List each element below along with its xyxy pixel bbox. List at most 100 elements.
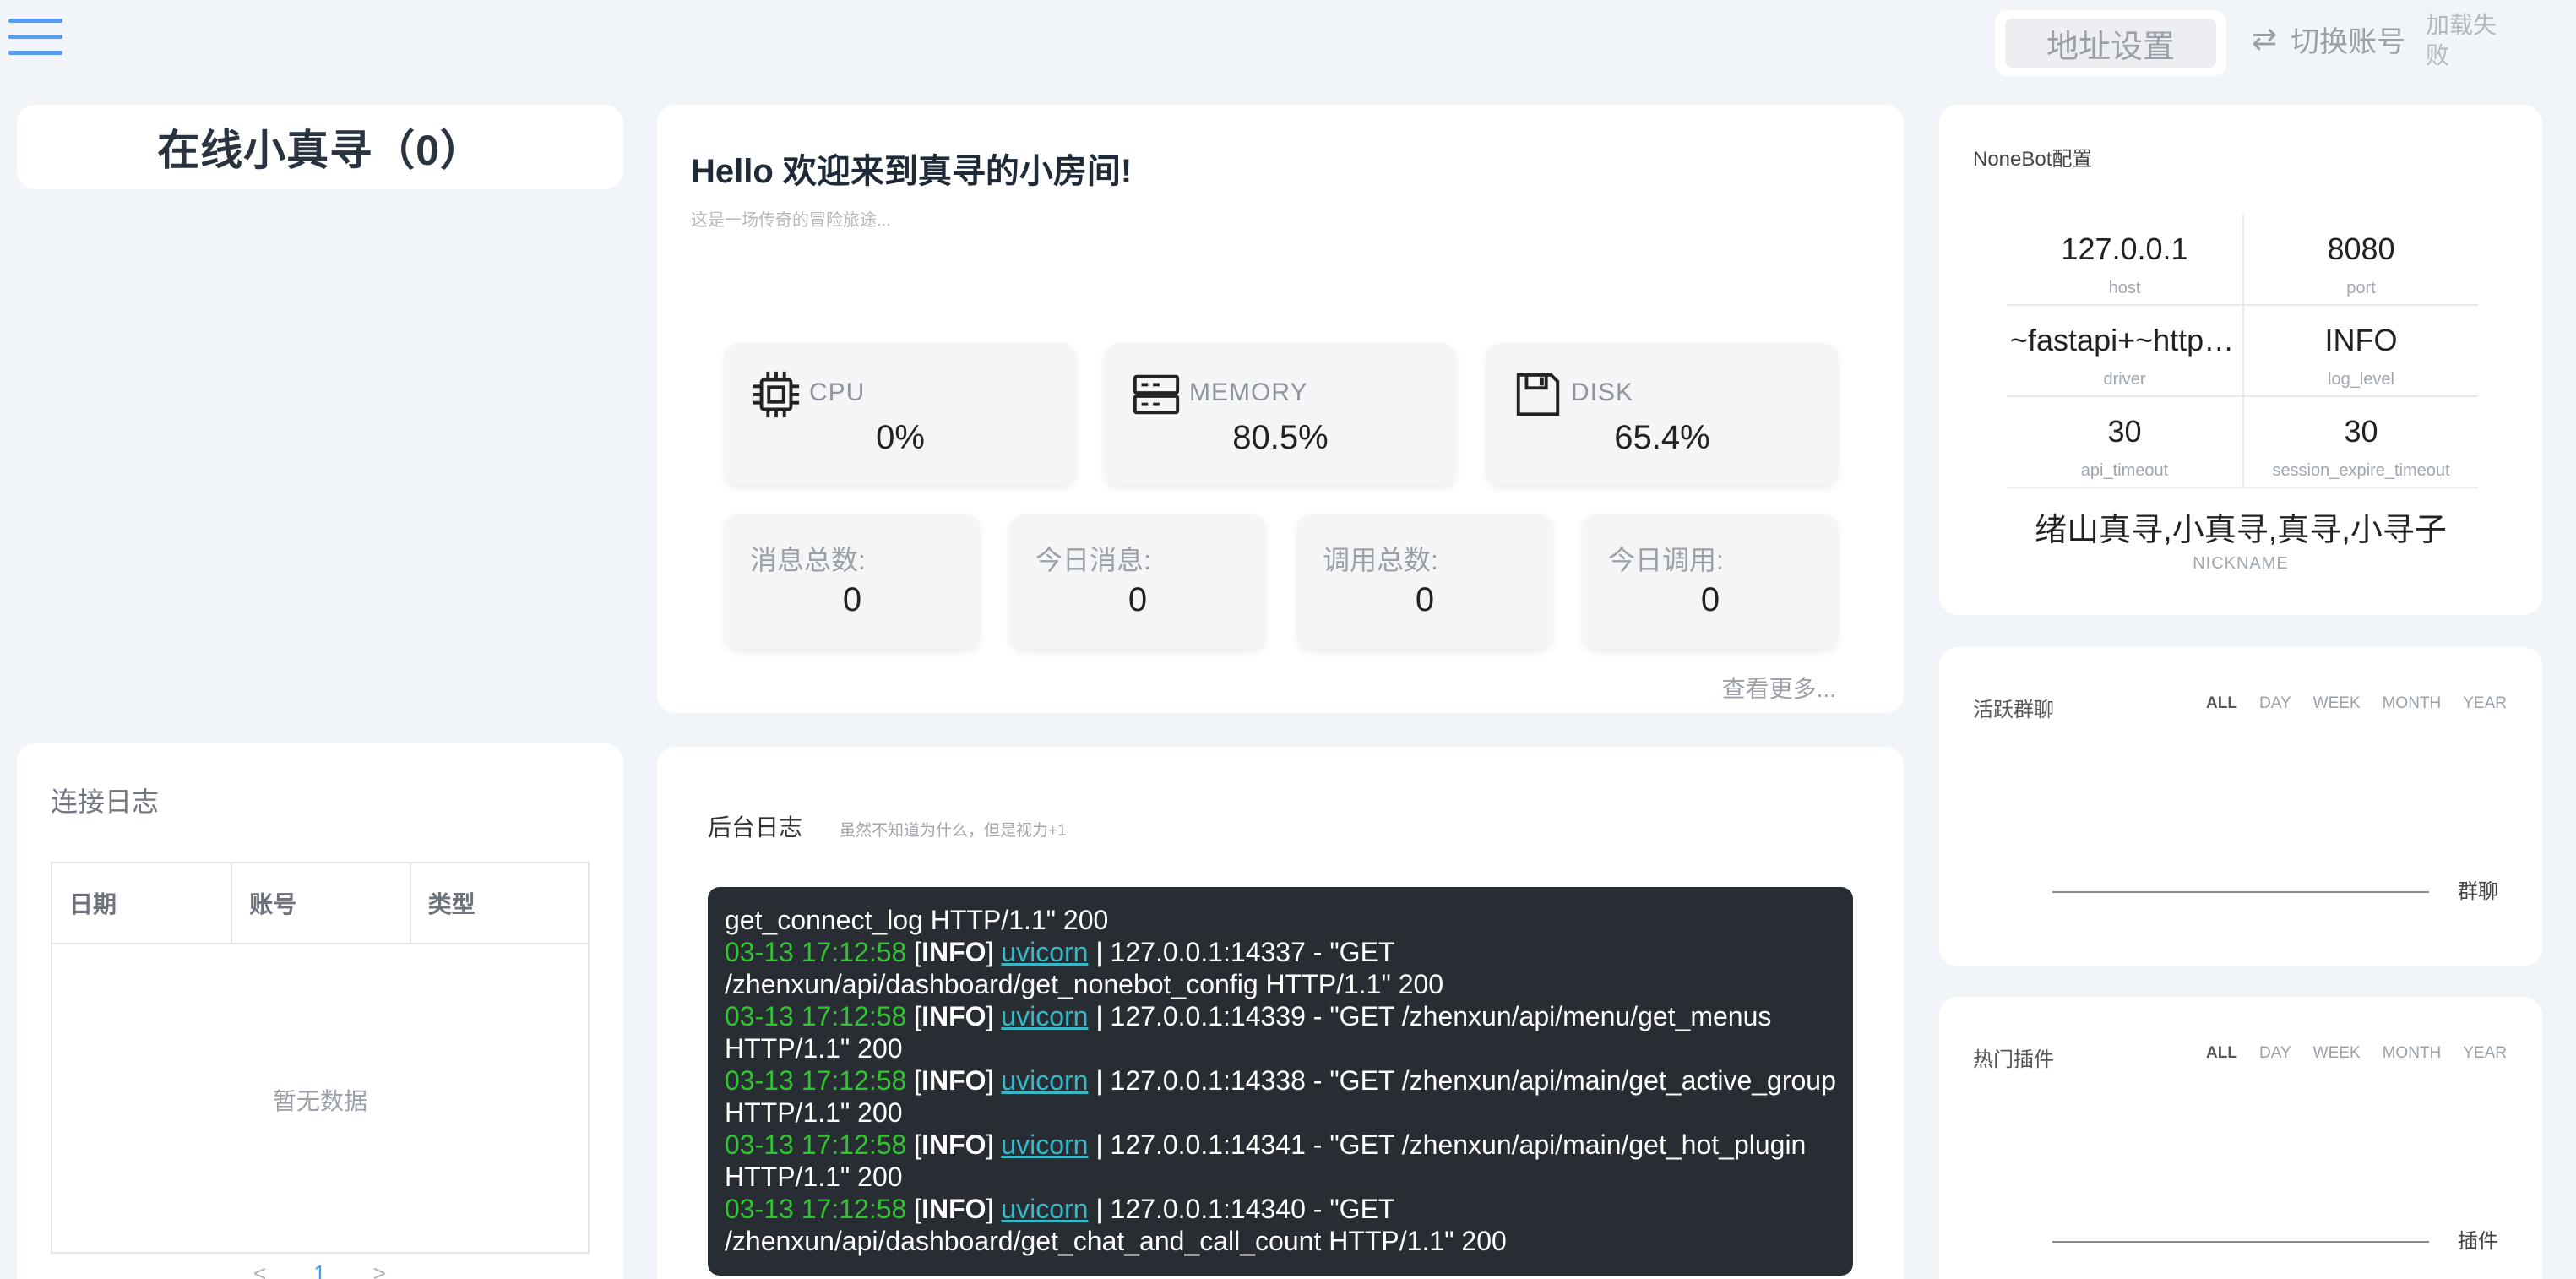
active-group-chart: 群聊 [2052, 880, 2498, 903]
today-calls-stat: 今日调用: 0 [1583, 514, 1838, 649]
pagination: < 1 > [253, 1260, 386, 1279]
log-module-link[interactable]: uvicorn [1001, 1001, 1088, 1031]
config-key: session_expire_timeout [2272, 461, 2450, 480]
config-row: 127.0.0.1 host 8080 port [2007, 215, 2478, 306]
today-messages-value: 0 [1128, 581, 1148, 618]
backend-log-subtitle: 虽然不知道为什么，但是视力+1 [840, 822, 1067, 840]
address-settings-label: 地址设置 [2005, 19, 2216, 68]
today-messages-label: 今日消息: [1035, 545, 1151, 575]
memory-icon [1133, 374, 1180, 415]
cpu-stat: CPU 0% [725, 343, 1076, 485]
config-port: 8080 port [2242, 215, 2478, 304]
config-row: ~fastapi+~httpx+~websockets driver INFO … [2007, 306, 2478, 397]
table-header: 日期 账号 类型 [52, 863, 588, 944]
today-calls-label: 今日调用: [1608, 545, 1724, 575]
welcome-card: Hello 欢迎来到真寻的小房间! 这是一场传奇的冒险旅途... CPU 0% … [657, 105, 1904, 713]
config-key: port [2346, 279, 2376, 297]
log-level: INFO [921, 1129, 986, 1160]
config-driver: ~fastapi+~httpx+~websockets driver [2007, 306, 2242, 395]
log-console[interactable]: get_connect_log HTTP/1.1" 200 03-13 17:1… [708, 887, 1853, 1276]
backend-log-card: 后台日志 虽然不知道为什么，但是视力+1 get_connect_log HTT… [657, 747, 1904, 1279]
total-messages-stat: 消息总数: 0 [725, 514, 980, 649]
top-bar: 地址设置 ⇄ 切换账号 加载失败 [0, 0, 2576, 93]
config-row: 30 api_timeout 30 session_expire_timeout [2007, 397, 2478, 488]
today-messages-stat: 今日消息: 0 [1010, 514, 1265, 649]
prev-page-button[interactable]: < [253, 1260, 266, 1279]
config-key: log_level [2328, 370, 2394, 389]
log-module-link[interactable]: uvicorn [1001, 937, 1088, 967]
hot-plugin-axis-label: 插件 [2458, 1230, 2498, 1253]
log-timestamp: 03-13 17:12:58 [725, 1001, 907, 1031]
log-line: get_connect_log HTTP/1.1" 200 [725, 905, 1109, 935]
column-date: 日期 [69, 891, 117, 917]
total-calls-label: 调用总数: [1323, 545, 1438, 575]
total-messages-label: 消息总数: [750, 545, 866, 575]
cpu-value: 0% [876, 419, 925, 456]
page-number[interactable]: 1 [313, 1260, 325, 1279]
config-value: 127.0.0.1 [2061, 231, 2188, 266]
config-host: 127.0.0.1 host [2007, 215, 2242, 304]
address-settings-button[interactable]: 地址设置 [1995, 10, 2226, 76]
log-line: 03-13 17:12:58 [INFO] uvicorn | 127.0.0.… [725, 1129, 1807, 1192]
online-bots-card: 在线小真寻（0） [17, 105, 623, 189]
disk-icon [1516, 373, 1560, 416]
log-level: INFO [921, 1194, 986, 1224]
config-value: ~fastapi+~httpx+~websockets [2010, 323, 2242, 357]
log-line: 03-13 17:12:58 [INFO] uvicorn | 127.0.0.… [725, 1194, 1507, 1256]
config-value: INFO [2324, 323, 2398, 357]
log-timestamp: 03-13 17:12:58 [725, 1194, 907, 1224]
switch-account-label: 切换账号 [2291, 25, 2406, 58]
hot-plugin-chart: 插件 [2052, 1230, 2498, 1253]
log-module-link[interactable]: uvicorn [1001, 1194, 1088, 1224]
log-line: 03-13 17:12:58 [INFO] uvicorn | 127.0.0.… [725, 937, 1444, 999]
next-page-button[interactable]: > [373, 1260, 386, 1279]
nonebot-config-card: NoneBot配置 127.0.0.1 host 8080 port ~fast… [1939, 105, 2542, 615]
config-nickname-key: NICKNAME [2193, 554, 2289, 573]
config-value: 8080 [2327, 231, 2395, 266]
memory-value: 80.5% [1232, 419, 1329, 456]
log-module-link[interactable]: uvicorn [1001, 1129, 1088, 1160]
online-bots-title: 在线小真寻（0） [157, 127, 483, 174]
welcome-title: Hello 欢迎来到真寻的小房间! [691, 153, 1133, 190]
connect-log-table: 日期 账号 类型 暂无数据 [51, 862, 590, 1254]
log-level: INFO [921, 1001, 986, 1031]
see-more-link[interactable]: 查看更多... [1722, 671, 1836, 705]
total-calls-stat: 调用总数: 0 [1297, 514, 1552, 649]
log-timestamp: 03-13 17:12:58 [725, 1129, 907, 1160]
config-key: driver [2103, 370, 2146, 389]
log-timestamp: 03-13 17:12:58 [725, 937, 907, 967]
memory-label: MEMORY [1189, 378, 1308, 406]
log-line: 03-13 17:12:58 [INFO] uvicorn | 127.0.0.… [725, 1065, 1836, 1128]
column-type: 类型 [409, 863, 588, 943]
welcome-subtitle: 这是一场传奇的冒险旅途... [691, 211, 891, 230]
menu-toggle-icon[interactable] [8, 19, 62, 57]
cpu-label: CPU [809, 378, 866, 406]
config-session-expire-timeout: 30 session_expire_timeout [2242, 397, 2478, 487]
disk-stat: DISK 65.4% [1486, 343, 1838, 485]
active-group-axis-label: 群聊 [2458, 880, 2498, 903]
total-messages-value: 0 [842, 581, 862, 618]
swap-icon: ⇄ [2252, 21, 2278, 56]
today-calls-value: 0 [1700, 581, 1720, 618]
total-calls-value: 0 [1415, 581, 1435, 618]
config-log-level: INFO log_level [2242, 306, 2478, 395]
config-nickname-value: 绪山真寻,小真寻,真寻,小寻子 [2035, 513, 2447, 548]
config-value: 30 [2344, 414, 2378, 449]
memory-stat: MEMORY 80.5% [1105, 343, 1456, 485]
disk-value: 65.4% [1614, 419, 1710, 456]
disk-label: DISK [1571, 378, 1634, 406]
connect-log-card: 连接日志 日期 账号 类型 暂无数据 < 1 > [17, 743, 623, 1279]
config-value: 30 [2107, 414, 2142, 449]
avatar-load-failed[interactable]: 加载失败 [2426, 10, 2507, 71]
log-module-link[interactable]: uvicorn [1001, 1065, 1088, 1096]
config-api-timeout: 30 api_timeout [2007, 397, 2242, 487]
nonebot-config-grid: 127.0.0.1 host 8080 port ~fastapi+~httpx… [2007, 215, 2478, 488]
config-key: api_timeout [2080, 461, 2169, 480]
backend-log-title: 后台日志 [708, 814, 803, 841]
switch-account-button[interactable]: ⇄ 切换账号 [2252, 20, 2406, 58]
log-level: INFO [921, 1065, 986, 1096]
log-timestamp: 03-13 17:12:58 [725, 1065, 907, 1096]
nonebot-config-title: NoneBot配置 [1973, 148, 2093, 171]
config-key: host [2108, 279, 2141, 297]
log-line: 03-13 17:12:58 [INFO] uvicorn | 127.0.0.… [725, 1001, 1772, 1064]
